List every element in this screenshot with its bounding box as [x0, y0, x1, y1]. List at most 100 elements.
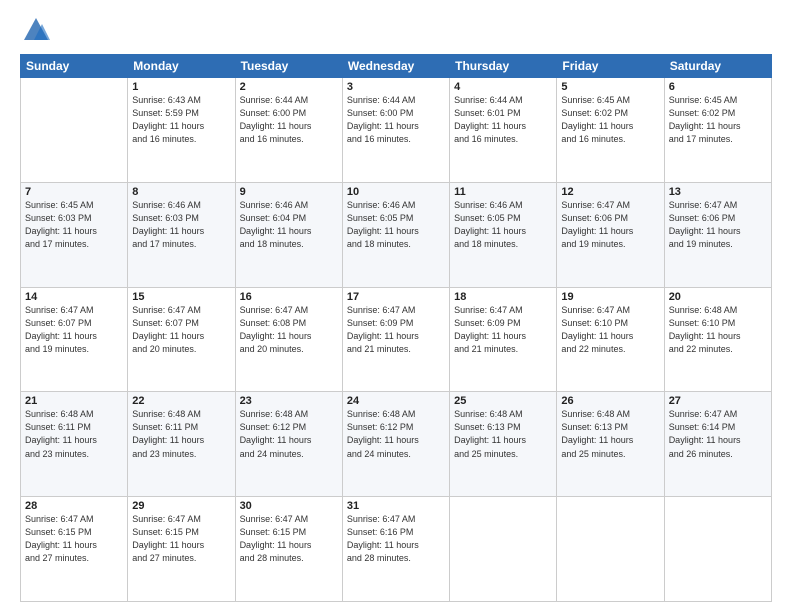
calendar-cell: 20Sunrise: 6:48 AM Sunset: 6:10 PM Dayli…	[664, 287, 771, 392]
day-number: 25	[454, 395, 552, 407]
calendar-cell: 23Sunrise: 6:48 AM Sunset: 6:12 PM Dayli…	[235, 392, 342, 497]
calendar-cell: 26Sunrise: 6:48 AM Sunset: 6:13 PM Dayli…	[557, 392, 664, 497]
day-info: Sunrise: 6:47 AM Sunset: 6:09 PM Dayligh…	[454, 304, 552, 356]
week-row-2: 7Sunrise: 6:45 AM Sunset: 6:03 PM Daylig…	[21, 182, 772, 287]
calendar-cell: 30Sunrise: 6:47 AM Sunset: 6:15 PM Dayli…	[235, 497, 342, 602]
calendar-cell: 7Sunrise: 6:45 AM Sunset: 6:03 PM Daylig…	[21, 182, 128, 287]
day-info: Sunrise: 6:45 AM Sunset: 6:02 PM Dayligh…	[669, 94, 767, 146]
calendar-cell: 16Sunrise: 6:47 AM Sunset: 6:08 PM Dayli…	[235, 287, 342, 392]
day-number: 22	[132, 395, 230, 407]
day-number: 21	[25, 395, 123, 407]
calendar-cell: 2Sunrise: 6:44 AM Sunset: 6:00 PM Daylig…	[235, 78, 342, 183]
calendar-cell: 21Sunrise: 6:48 AM Sunset: 6:11 PM Dayli…	[21, 392, 128, 497]
day-number: 5	[561, 81, 659, 93]
header-day-saturday: Saturday	[664, 55, 771, 78]
day-info: Sunrise: 6:48 AM Sunset: 6:12 PM Dayligh…	[347, 408, 445, 460]
day-info: Sunrise: 6:47 AM Sunset: 6:15 PM Dayligh…	[132, 513, 230, 565]
day-info: Sunrise: 6:47 AM Sunset: 6:10 PM Dayligh…	[561, 304, 659, 356]
day-number: 14	[25, 291, 123, 303]
day-info: Sunrise: 6:48 AM Sunset: 6:12 PM Dayligh…	[240, 408, 338, 460]
day-number: 31	[347, 500, 445, 512]
day-number: 1	[132, 81, 230, 93]
week-row-5: 28 Sunrise: 6:47 AM Sunset: 6:15 PM Dayli…	[21, 497, 772, 602]
day-info: Sunrise: 6:48 AM Sunset: 6:13 PM Dayligh…	[454, 408, 552, 460]
calendar-cell: 19Sunrise: 6:47 AM Sunset: 6:10 PM Dayli…	[557, 287, 664, 392]
calendar-table: SundayMondayTuesdayWednesdayThursdayFrid…	[20, 54, 772, 602]
day-number: 10	[347, 186, 445, 198]
day-info: Sunrise: 6:47 AM Sunset: 6:16 PM Dayligh…	[347, 513, 445, 565]
day-number: 26	[561, 395, 659, 407]
day-info: Sunrise: 6:44 AM Sunset: 6:00 PM Dayligh…	[240, 94, 338, 146]
day-number: 11	[454, 186, 552, 198]
day-number: 28	[25, 500, 123, 512]
header-day-tuesday: Tuesday	[235, 55, 342, 78]
calendar-cell: 5Sunrise: 6:45 AM Sunset: 6:02 PM Daylig…	[557, 78, 664, 183]
day-info: Sunrise: 6:46 AM Sunset: 6:03 PM Dayligh…	[132, 199, 230, 251]
calendar-cell: 24Sunrise: 6:48 AM Sunset: 6:12 PM Dayli…	[342, 392, 449, 497]
day-info: Sunrise: 6:45 AM Sunset: 6:02 PM Dayligh…	[561, 94, 659, 146]
logo	[20, 16, 50, 44]
day-info: Sunrise: 6:47 AM Sunset: 6:07 PM Dayligh…	[132, 304, 230, 356]
header-day-sunday: Sunday	[21, 55, 128, 78]
calendar-cell: 10Sunrise: 6:46 AM Sunset: 6:05 PM Dayli…	[342, 182, 449, 287]
logo-icon	[22, 16, 50, 44]
week-row-4: 21 Sunrise: 6:48 AM Sunset: 6:11 PM Dayli…	[21, 392, 772, 497]
day-number: 8	[132, 186, 230, 198]
day-number: 4	[454, 81, 552, 93]
calendar-cell: 3Sunrise: 6:44 AM Sunset: 6:00 PM Daylig…	[342, 78, 449, 183]
calendar-body: 1Sunrise: 6:43 AM Sunset: 5:59 PM Daylig…	[21, 78, 772, 602]
day-number: 24	[347, 395, 445, 407]
calendar-cell	[664, 497, 771, 602]
calendar-cell: 28Sunrise: 6:47 AM Sunset: 6:15 PM Dayli…	[21, 497, 128, 602]
calendar-cell: 12Sunrise: 6:47 AM Sunset: 6:06 PM Dayli…	[557, 182, 664, 287]
day-info: Sunrise: 6:43 AM Sunset: 5:59 PM Dayligh…	[132, 94, 230, 146]
calendar-cell: 17Sunrise: 6:47 AM Sunset: 6:09 PM Dayli…	[342, 287, 449, 392]
calendar-cell: 13Sunrise: 6:47 AM Sunset: 6:06 PM Dayli…	[664, 182, 771, 287]
calendar-cell: 15Sunrise: 6:47 AM Sunset: 6:07 PM Dayli…	[128, 287, 235, 392]
header-day-friday: Friday	[557, 55, 664, 78]
day-info: Sunrise: 6:47 AM Sunset: 6:08 PM Dayligh…	[240, 304, 338, 356]
calendar-cell: 4Sunrise: 6:44 AM Sunset: 6:01 PM Daylig…	[450, 78, 557, 183]
week-row-1: 1Sunrise: 6:43 AM Sunset: 5:59 PM Daylig…	[21, 78, 772, 183]
header-day-monday: Monday	[128, 55, 235, 78]
day-info: Sunrise: 6:47 AM Sunset: 6:14 PM Dayligh…	[669, 408, 767, 460]
calendar-cell: 18Sunrise: 6:47 AM Sunset: 6:09 PM Dayli…	[450, 287, 557, 392]
calendar-cell: 27Sunrise: 6:47 AM Sunset: 6:14 PM Dayli…	[664, 392, 771, 497]
week-row-3: 14 Sunrise: 6:47 AM Sunset: 6:07 PM Dayli…	[21, 287, 772, 392]
day-number: 30	[240, 500, 338, 512]
day-number: 2	[240, 81, 338, 93]
page: SundayMondayTuesdayWednesdayThursdayFrid…	[0, 0, 792, 612]
calendar-cell: 25Sunrise: 6:48 AM Sunset: 6:13 PM Dayli…	[450, 392, 557, 497]
day-info: Sunrise: 6:47 AM Sunset: 6:06 PM Dayligh…	[669, 199, 767, 251]
day-info: Sunrise: 6:45 AM Sunset: 6:03 PM Dayligh…	[25, 199, 123, 251]
calendar-cell: 9Sunrise: 6:46 AM Sunset: 6:04 PM Daylig…	[235, 182, 342, 287]
calendar-cell: 31Sunrise: 6:47 AM Sunset: 6:16 PM Dayli…	[342, 497, 449, 602]
day-number: 27	[669, 395, 767, 407]
day-number: 16	[240, 291, 338, 303]
day-number: 6	[669, 81, 767, 93]
day-number: 20	[669, 291, 767, 303]
calendar-cell: 22Sunrise: 6:48 AM Sunset: 6:11 PM Dayli…	[128, 392, 235, 497]
day-number: 15	[132, 291, 230, 303]
day-number: 13	[669, 186, 767, 198]
calendar-cell: 11Sunrise: 6:46 AM Sunset: 6:05 PM Dayli…	[450, 182, 557, 287]
day-info: Sunrise: 6:48 AM Sunset: 6:10 PM Dayligh…	[669, 304, 767, 356]
day-info: Sunrise: 6:47 AM Sunset: 6:06 PM Dayligh…	[561, 199, 659, 251]
day-info: Sunrise: 6:46 AM Sunset: 6:05 PM Dayligh…	[347, 199, 445, 251]
header-day-wednesday: Wednesday	[342, 55, 449, 78]
day-info: Sunrise: 6:46 AM Sunset: 6:05 PM Dayligh…	[454, 199, 552, 251]
calendar-cell: 14Sunrise: 6:47 AM Sunset: 6:07 PM Dayli…	[21, 287, 128, 392]
header	[20, 16, 772, 44]
day-info: Sunrise: 6:48 AM Sunset: 6:11 PM Dayligh…	[132, 408, 230, 460]
calendar-cell	[450, 497, 557, 602]
calendar-header-row: SundayMondayTuesdayWednesdayThursdayFrid…	[21, 55, 772, 78]
day-info: Sunrise: 6:44 AM Sunset: 6:01 PM Dayligh…	[454, 94, 552, 146]
day-info: Sunrise: 6:47 AM Sunset: 6:15 PM Dayligh…	[240, 513, 338, 565]
day-number: 9	[240, 186, 338, 198]
day-info: Sunrise: 6:44 AM Sunset: 6:00 PM Dayligh…	[347, 94, 445, 146]
day-number: 18	[454, 291, 552, 303]
calendar-cell: 29Sunrise: 6:47 AM Sunset: 6:15 PM Dayli…	[128, 497, 235, 602]
day-info: Sunrise: 6:48 AM Sunset: 6:13 PM Dayligh…	[561, 408, 659, 460]
day-number: 3	[347, 81, 445, 93]
calendar-cell	[557, 497, 664, 602]
